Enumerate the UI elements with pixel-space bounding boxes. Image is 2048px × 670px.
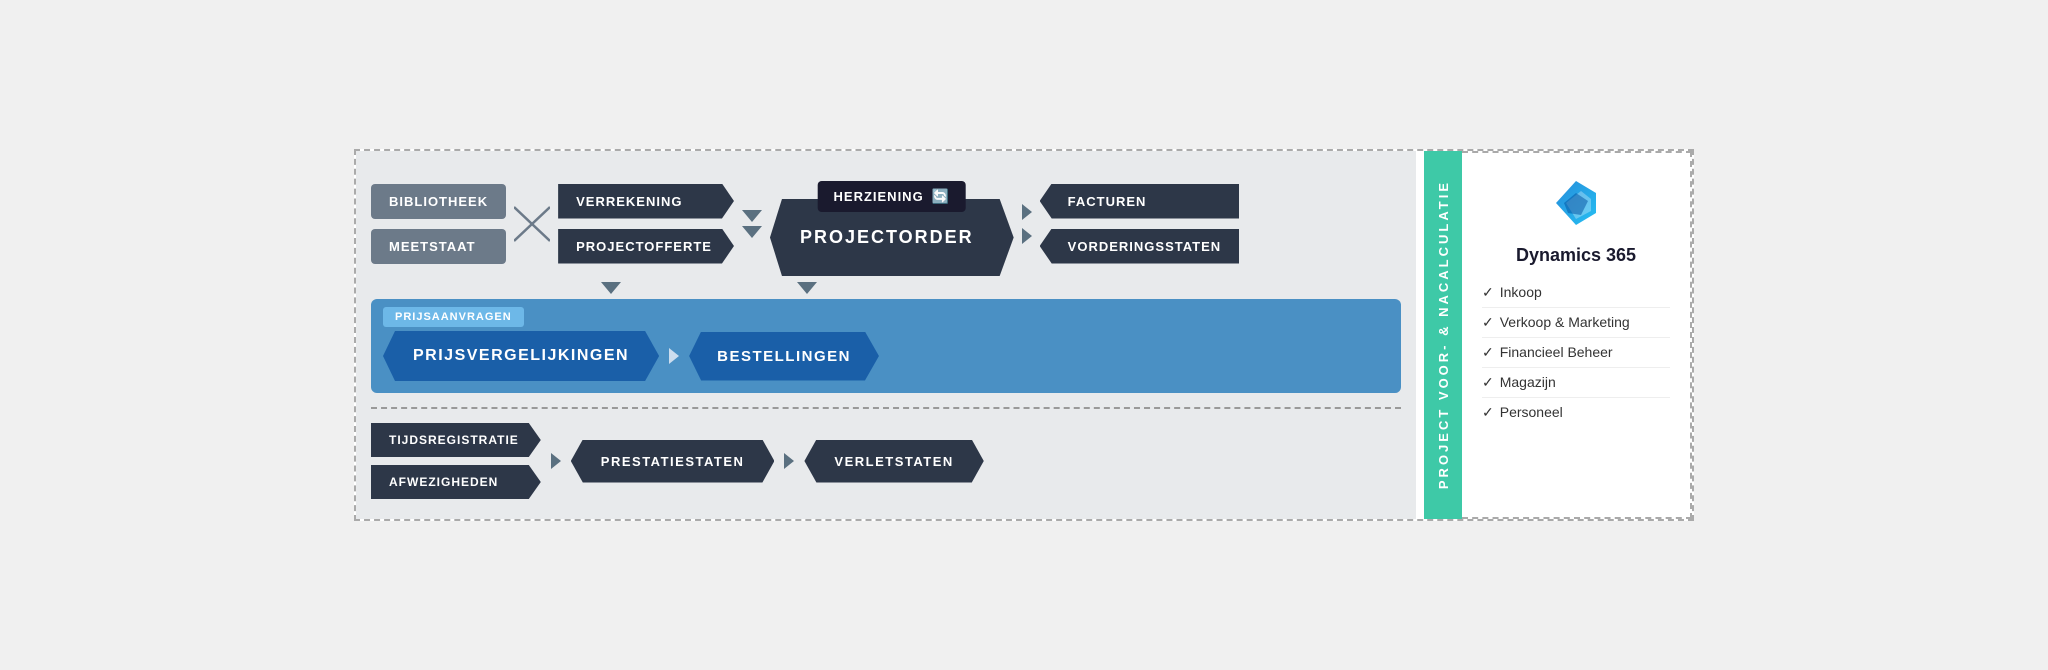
tri-down-1: [742, 210, 762, 222]
bibliotheek-label: BIBLIOTHEEK: [371, 184, 506, 219]
vorderingsstaten-box: VORDERINGSSTATEN: [1040, 229, 1239, 264]
down-arrows-left: [742, 210, 762, 238]
right-panel: Dynamics 365 ✓Inkoop ✓Verkoop & Marketin…: [1462, 151, 1692, 519]
right-arrows: [1022, 204, 1032, 244]
blue-arrow-connector: [669, 348, 679, 364]
vertical-sidebar: PROJECT VOOR- & NACALCULATIE: [1424, 151, 1462, 519]
prestatiestaten-box: PRESTATIESTATEN: [571, 440, 775, 483]
verrekening-box: VERREKENING: [558, 184, 734, 219]
check-item-2: ✓Verkoop & Marketing: [1482, 308, 1670, 338]
afwezigheden-box: AFWEZIGHEDEN: [371, 465, 541, 499]
check-mark-1: ✓: [1482, 284, 1494, 300]
herziening-badge: HERZIENING 🔄: [818, 181, 967, 212]
tri-right-2: [1022, 228, 1032, 244]
facturen-box: FACTUREN: [1040, 184, 1239, 219]
cross-svg: [514, 189, 550, 259]
right-boxes-group: FACTUREN VORDERINGSSTATEN: [1040, 184, 1239, 264]
tri-right-bottom: [551, 453, 561, 469]
refresh-icon: 🔄: [932, 188, 950, 205]
dynamics-title: Dynamics 365: [1516, 245, 1636, 266]
bottom-left-group: TIJDSREGISTRATIE AFWEZIGHEDEN: [371, 423, 541, 499]
bottom-section: TIJDSREGISTRATIE AFWEZIGHEDEN PRESTATIES…: [371, 423, 1401, 499]
dashed-divider: [371, 407, 1401, 409]
tri-right-1: [1022, 204, 1032, 220]
blue-section: PRIJSAANVRAGEN PRIJSVERGELIJKINGEN BESTE…: [371, 299, 1401, 393]
bestellingen-box: BESTELLINGEN: [689, 332, 879, 381]
main-container: BIBLIOTHEEK MEETSTAAT VERREKENING PROJEC…: [354, 149, 1694, 521]
check-mark-5: ✓: [1482, 404, 1494, 420]
tri-down-3: [601, 282, 621, 294]
tri-down-2: [742, 226, 762, 238]
tri-down-4: [797, 282, 817, 294]
meetstaat-label: MEETSTAAT: [371, 229, 506, 264]
check-item-3: ✓Financieel Beheer: [1482, 338, 1670, 368]
cross-connector: [514, 189, 550, 259]
left-arrow-group: VERREKENING PROJECTOFFERTE: [558, 184, 734, 264]
prijsvergelijkingen-box: PRIJSVERGELIJKINGEN: [383, 331, 659, 381]
blue-row: PRIJSVERGELIJKINGEN BESTELLINGEN: [383, 331, 1389, 381]
check-mark-2: ✓: [1482, 314, 1494, 330]
herziening-label: HERZIENING: [834, 189, 924, 204]
dynamics-logo: [1546, 173, 1606, 233]
check-item-4: ✓Magazijn: [1482, 368, 1670, 398]
check-mark-4: ✓: [1482, 374, 1494, 390]
projectorder-wrapper: HERZIENING 🔄 PROJECTORDER: [770, 199, 1014, 276]
projectofferte-box: PROJECTOFFERTE: [558, 229, 734, 264]
diagram-area: BIBLIOTHEEK MEETSTAAT VERREKENING PROJEC…: [356, 151, 1416, 519]
tijdsregistratie-box: TIJDSREGISTRATIE: [371, 423, 541, 457]
prijsaanvragen-label: PRIJSAANVRAGEN: [383, 307, 524, 327]
tri-right-bottom-2: [784, 453, 794, 469]
check-item-5: ✓Personeel: [1482, 398, 1670, 427]
check-mark-3: ✓: [1482, 344, 1494, 360]
dynamics-checklist: ✓Inkoop ✓Verkoop & Marketing ✓Financieel…: [1482, 278, 1670, 427]
verletstaten-box: VERLETSTATEN: [804, 440, 983, 483]
sidebar-title: PROJECT VOOR- & NACALCULATIE: [1436, 180, 1451, 489]
left-labels: BIBLIOTHEEK MEETSTAAT: [371, 184, 506, 264]
check-item-1: ✓Inkoop: [1482, 278, 1670, 308]
down-to-blue: [371, 282, 1401, 294]
